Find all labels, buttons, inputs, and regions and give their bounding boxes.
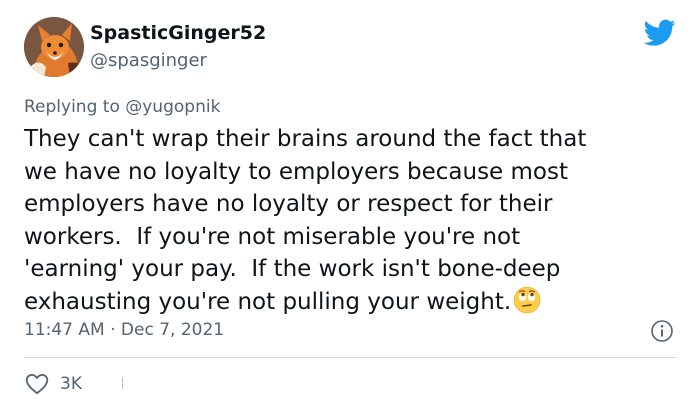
user-names: SpasticGinger52 @spasginger <box>90 21 266 73</box>
action-separator <box>122 377 123 389</box>
fox-avatar-icon <box>24 17 84 77</box>
tweet-card: SpasticGinger52 @spasginger Replying to … <box>0 0 700 410</box>
heart-icon[interactable] <box>24 371 50 397</box>
twitter-bird-icon[interactable] <box>644 19 676 47</box>
tweet-line: we have no loyalty to employers because … <box>24 158 568 185</box>
like-count: 3K <box>60 374 82 394</box>
tweet-line: 'earning' your pay. If the work isn't bo… <box>24 256 561 282</box>
divider <box>24 357 676 358</box>
replying-to: Replying to @yugopnik <box>24 96 220 118</box>
reply-mention-link[interactable]: @yugopnik <box>125 97 220 117</box>
tweet-header: SpasticGinger52 @spasginger <box>24 17 676 79</box>
info-icon[interactable] <box>650 319 674 343</box>
tweet-text: They can't wrap their brains around the … <box>24 123 684 318</box>
face-with-rolling-eyes-icon <box>513 286 541 314</box>
tweet-line: employers have no loyalty or respect for… <box>24 191 553 217</box>
like-button[interactable]: 3K <box>24 371 82 397</box>
avatar[interactable] <box>24 17 84 77</box>
replying-to-label: Replying to <box>24 97 126 117</box>
display-name[interactable]: SpasticGinger52 <box>90 21 266 45</box>
tweet-line: workers. If you're not miserable you're … <box>24 223 521 250</box>
tweet-line: They can't wrap their brains around the … <box>24 126 587 152</box>
tweet-line: exhausting you're not pulling your weigh… <box>24 288 512 315</box>
user-handle[interactable]: @spasginger <box>90 49 266 73</box>
tweet-timestamp[interactable]: 11:47 AM · Dec 7, 2021 <box>24 319 224 341</box>
tweet-last-line: exhausting you're not pulling your weigh… <box>24 286 684 319</box>
